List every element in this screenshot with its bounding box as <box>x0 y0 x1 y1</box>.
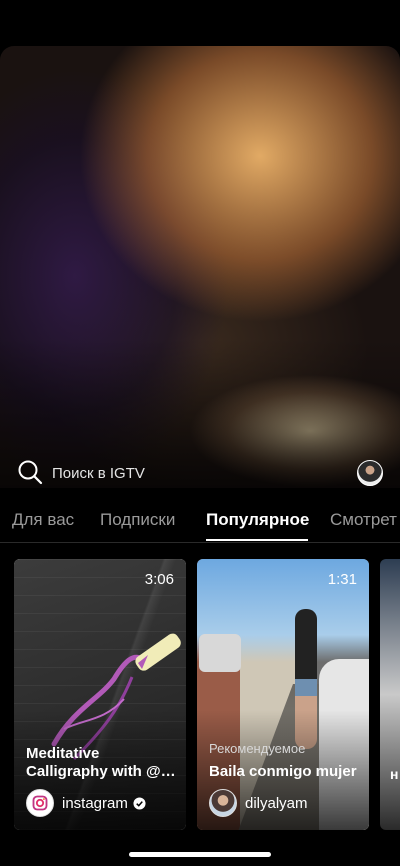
video-card[interactable]: н <box>380 559 400 830</box>
tabs-divider <box>0 542 400 543</box>
account-row[interactable]: instagram <box>26 788 146 818</box>
tab-following[interactable]: Подписки <box>100 510 175 530</box>
video-title: Baila conmigo mujer <box>209 763 357 780</box>
home-indicator <box>129 852 271 857</box>
recommended-label: Рекомендуемое <box>209 741 306 756</box>
instagram-logo-icon <box>26 789 54 817</box>
video-title: н <box>390 766 399 782</box>
active-tab-indicator <box>206 539 308 541</box>
parked-car <box>199 634 241 672</box>
video-duration: 3:06 <box>144 571 174 588</box>
video-card[interactable]: 3:06 Meditative Calligraphy with @… inst… <box>14 559 186 830</box>
tab-popular[interactable]: Популярное <box>206 510 309 530</box>
account-name: instagram <box>62 794 128 812</box>
video-card[interactable]: 1:31 Рекомендуемое Baila conmigo mujer d… <box>197 559 369 830</box>
search-row[interactable]: Поиск в IGTV <box>0 455 400 491</box>
search-input[interactable]: Поиск в IGTV <box>52 465 145 482</box>
tab-watch[interactable]: Смотрет <box>330 510 397 530</box>
featured-video-preview[interactable] <box>0 46 400 488</box>
search-icon[interactable] <box>17 459 43 485</box>
category-tabs: Для вас Подписки Популярное Смотрет <box>0 506 400 542</box>
video-thumbnail <box>380 559 400 830</box>
tab-for-you[interactable]: Для вас <box>12 510 74 530</box>
video-title: Meditative Calligraphy with @… <box>26 745 176 780</box>
video-duration: 1:31 <box>327 571 357 588</box>
profile-avatar[interactable] <box>357 460 383 486</box>
account-name: dilyalyam <box>245 794 308 812</box>
avatar <box>209 789 237 817</box>
verified-badge-icon <box>133 796 146 810</box>
account-row[interactable]: dilyalyam <box>209 788 308 818</box>
